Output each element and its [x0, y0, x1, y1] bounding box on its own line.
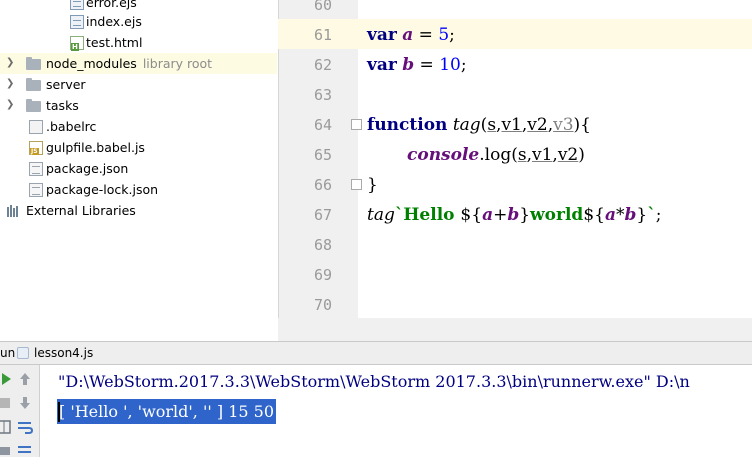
line-number: 66: [313, 176, 332, 194]
tree-item-gulpfile[interactable]: gulpfile.babel.js: [0, 137, 277, 158]
line-number: 70: [313, 296, 332, 314]
line-number: 61: [313, 26, 332, 44]
line-number: 69: [313, 266, 332, 284]
scroll-to-end-icon[interactable]: [14, 441, 36, 461]
arrow-up-icon[interactable]: [14, 369, 36, 389]
project-tree: error.ejs index.ejs test.html ❯ node_mod…: [0, 0, 277, 341]
tree-item-external-libraries[interactable]: External Libraries: [0, 200, 277, 221]
code-line-66: }: [367, 175, 378, 195]
console-output-selected[interactable]: [ 'Hello ', 'world', '' ] 15 50: [57, 399, 276, 424]
code-line-67: tag`Hello ${a+b}world${a*b}`;: [367, 205, 662, 225]
fold-marker-icon[interactable]: [351, 179, 362, 190]
line-number: 63: [313, 86, 332, 104]
line-number: 67: [313, 206, 332, 224]
current-line-highlight: [278, 19, 752, 49]
html-file-icon: [70, 36, 84, 51]
run-config-name[interactable]: lesson4.js: [34, 346, 93, 360]
folder-icon: [26, 78, 41, 91]
tree-item-label: External Libraries: [26, 203, 136, 218]
line-number: 62: [313, 56, 332, 74]
json-file-icon: [29, 183, 43, 197]
tree-item-label: node_modules: [46, 56, 137, 71]
tree-item-label: package.json: [46, 161, 129, 176]
ejs-file-icon: [70, 0, 84, 10]
chevron-right-icon[interactable]: ❯: [6, 99, 14, 111]
tree-item-package-json[interactable]: package.json: [0, 158, 277, 179]
config-file-icon: [29, 120, 43, 134]
code-line-61: var a = 5;: [367, 25, 455, 45]
json-file-icon: [29, 162, 43, 176]
run-tool-window-header: un lesson4.js: [0, 341, 752, 365]
soft-wrap-icon[interactable]: [14, 417, 36, 437]
tree-item-package-lock-json[interactable]: package-lock.json: [0, 179, 277, 200]
code-line-65: console.log(s,v1,v2): [407, 145, 585, 165]
run-toolbar: [0, 365, 40, 457]
code-line-62: var b = 10;: [367, 55, 467, 75]
tree-item-test-html[interactable]: test.html: [0, 32, 277, 53]
folder-icon: [26, 57, 41, 70]
tree-item-node-modules[interactable]: ❯ node_modules library root: [0, 53, 277, 74]
chevron-right-icon[interactable]: ❯: [6, 57, 14, 69]
fold-marker-icon[interactable]: [351, 119, 362, 130]
tree-item-label: index.ejs: [86, 14, 142, 29]
tree-item-server[interactable]: ❯ server: [0, 74, 277, 95]
console-command-line: "D:\WebStorm.2017.3.3\WebStorm\WebStorm …: [58, 372, 690, 391]
tree-item-label: server: [46, 77, 86, 92]
tree-item-label: error.ejs: [86, 0, 137, 10]
run-tab-label[interactable]: un: [0, 346, 15, 360]
line-number: 64: [313, 116, 332, 134]
library-icon: [7, 205, 21, 217]
js-file-icon: [29, 141, 43, 155]
arrow-down-icon[interactable]: [14, 393, 36, 413]
tree-item-babelrc[interactable]: .babelrc: [0, 116, 277, 137]
code-line-64: function tag(s,v1,v2,v3){: [367, 115, 591, 135]
tree-item-label: .babelrc: [46, 119, 97, 134]
line-number: 65: [313, 146, 332, 164]
chevron-right-icon[interactable]: ❯: [6, 78, 14, 90]
tree-item-index-ejs[interactable]: index.ejs: [0, 11, 277, 32]
line-number: 60: [313, 0, 332, 14]
folder-icon: [26, 99, 41, 112]
tree-item-label: package-lock.json: [46, 182, 159, 197]
ejs-file-icon: [70, 15, 84, 29]
text-caret: [58, 402, 60, 422]
line-number: 68: [313, 236, 332, 254]
editor-bottom-area: [278, 318, 752, 341]
tree-item-label: tasks: [46, 98, 79, 113]
run-config-icon: [17, 347, 29, 359]
tree-item-label: test.html: [86, 35, 143, 50]
library-root-hint: library root: [142, 56, 213, 71]
tree-item-tasks[interactable]: ❯ tasks: [0, 95, 277, 116]
tree-item-label: gulpfile.babel.js: [46, 140, 145, 155]
